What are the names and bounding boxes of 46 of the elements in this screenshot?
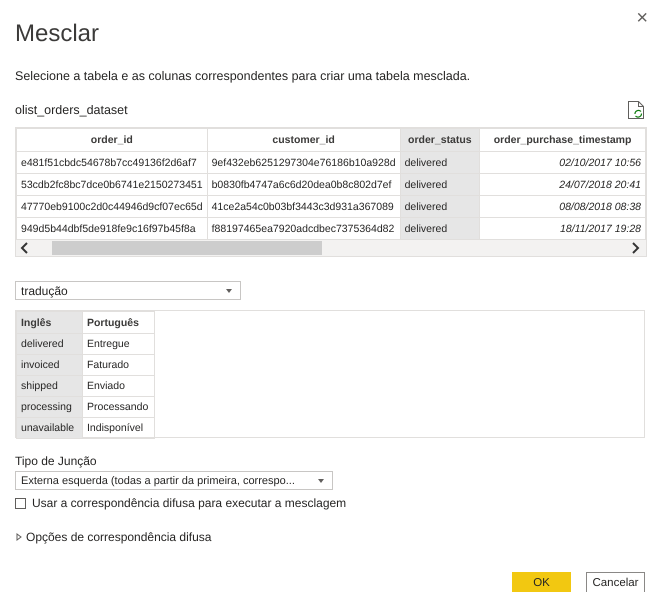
- table-cell: shipped: [16, 376, 82, 396]
- table-cell: processing: [16, 396, 82, 418]
- instruction-text: Selecione a tabela e as colunas correspondentes para criar uma tabela mesclada.: [15, 69, 472, 83]
- table-cell: Enviado: [82, 376, 154, 396]
- expand-triangle-icon: [15, 533, 23, 541]
- table-dropdown[interactable]: tradução: [15, 281, 241, 300]
- column-header[interactable]: order_status: [400, 128, 480, 152]
- table-cell: 47770eb9100c2d0c44946d9cf07ec65d: [16, 196, 208, 218]
- table-cell: Entregue: [82, 334, 154, 354]
- table-cell: Indisponível: [82, 418, 154, 438]
- column-header[interactable]: order_id: [16, 128, 208, 152]
- ok-button[interactable]: OK: [512, 572, 571, 592]
- horizontal-scrollbar[interactable]: [16, 240, 646, 256]
- close-button[interactable]: ×: [632, 8, 652, 28]
- table-cell: delivered: [16, 334, 82, 354]
- table-cell: delivered: [400, 218, 480, 240]
- dialog-title: Mesclar: [15, 20, 100, 49]
- table-cell: 24/07/2018 20:41: [480, 174, 646, 196]
- checkbox[interactable]: [15, 498, 26, 508]
- table-cell: 53cdb2fc8bc7dce0b6741e2150273451: [16, 174, 208, 196]
- table-cell: 08/08/2018 08:38: [480, 196, 646, 218]
- table-cell: 02/10/2017 10:56: [480, 152, 646, 174]
- table-cell: invoiced: [16, 354, 82, 376]
- column-header[interactable]: Inglês: [16, 312, 82, 334]
- caret-icon: [318, 478, 324, 482]
- column-header[interactable]: order_purchase_timestamp: [480, 128, 646, 152]
- table-name: olist_orders_dataset: [15, 103, 128, 117]
- checkbox-label[interactable]: Usar a correspondência difusa para executar a mesclagem: [32, 496, 346, 510]
- table-cell: e481f51cbdc54678b7cc49136f2d6af7: [16, 152, 208, 174]
- table-cell: delivered: [400, 174, 480, 196]
- caret-icon: [226, 288, 232, 292]
- table-cell: 41ce2a54c0b03bf3443c3d931a367089: [207, 196, 400, 218]
- refresh-document-icon[interactable]: [627, 100, 645, 120]
- table-cell: delivered: [400, 196, 480, 218]
- table-cell: Processando: [82, 396, 154, 418]
- fuzzy-options-expander[interactable]: Opções de correspondência difusa: [15, 530, 212, 544]
- column-header[interactable]: customer_id: [207, 128, 400, 152]
- table-cell: 9ef432eb6251297304e76186b10a928d: [207, 152, 400, 174]
- table-cell: delivered: [400, 152, 480, 174]
- table-cell: b0830fb4747a6c6d20dea0b8c802d7ef: [207, 174, 400, 196]
- table-cell: Faturado: [82, 354, 154, 376]
- join-type-dropdown[interactable]: Externa esquerda (todas a partir da primeira, correspo...: [15, 471, 333, 490]
- table-cell: unavailable: [16, 418, 82, 438]
- join-type-label: Tipo de Junção: [15, 454, 98, 468]
- cancel-button[interactable]: Cancelar: [586, 572, 645, 592]
- column-header[interactable]: Português: [82, 312, 154, 334]
